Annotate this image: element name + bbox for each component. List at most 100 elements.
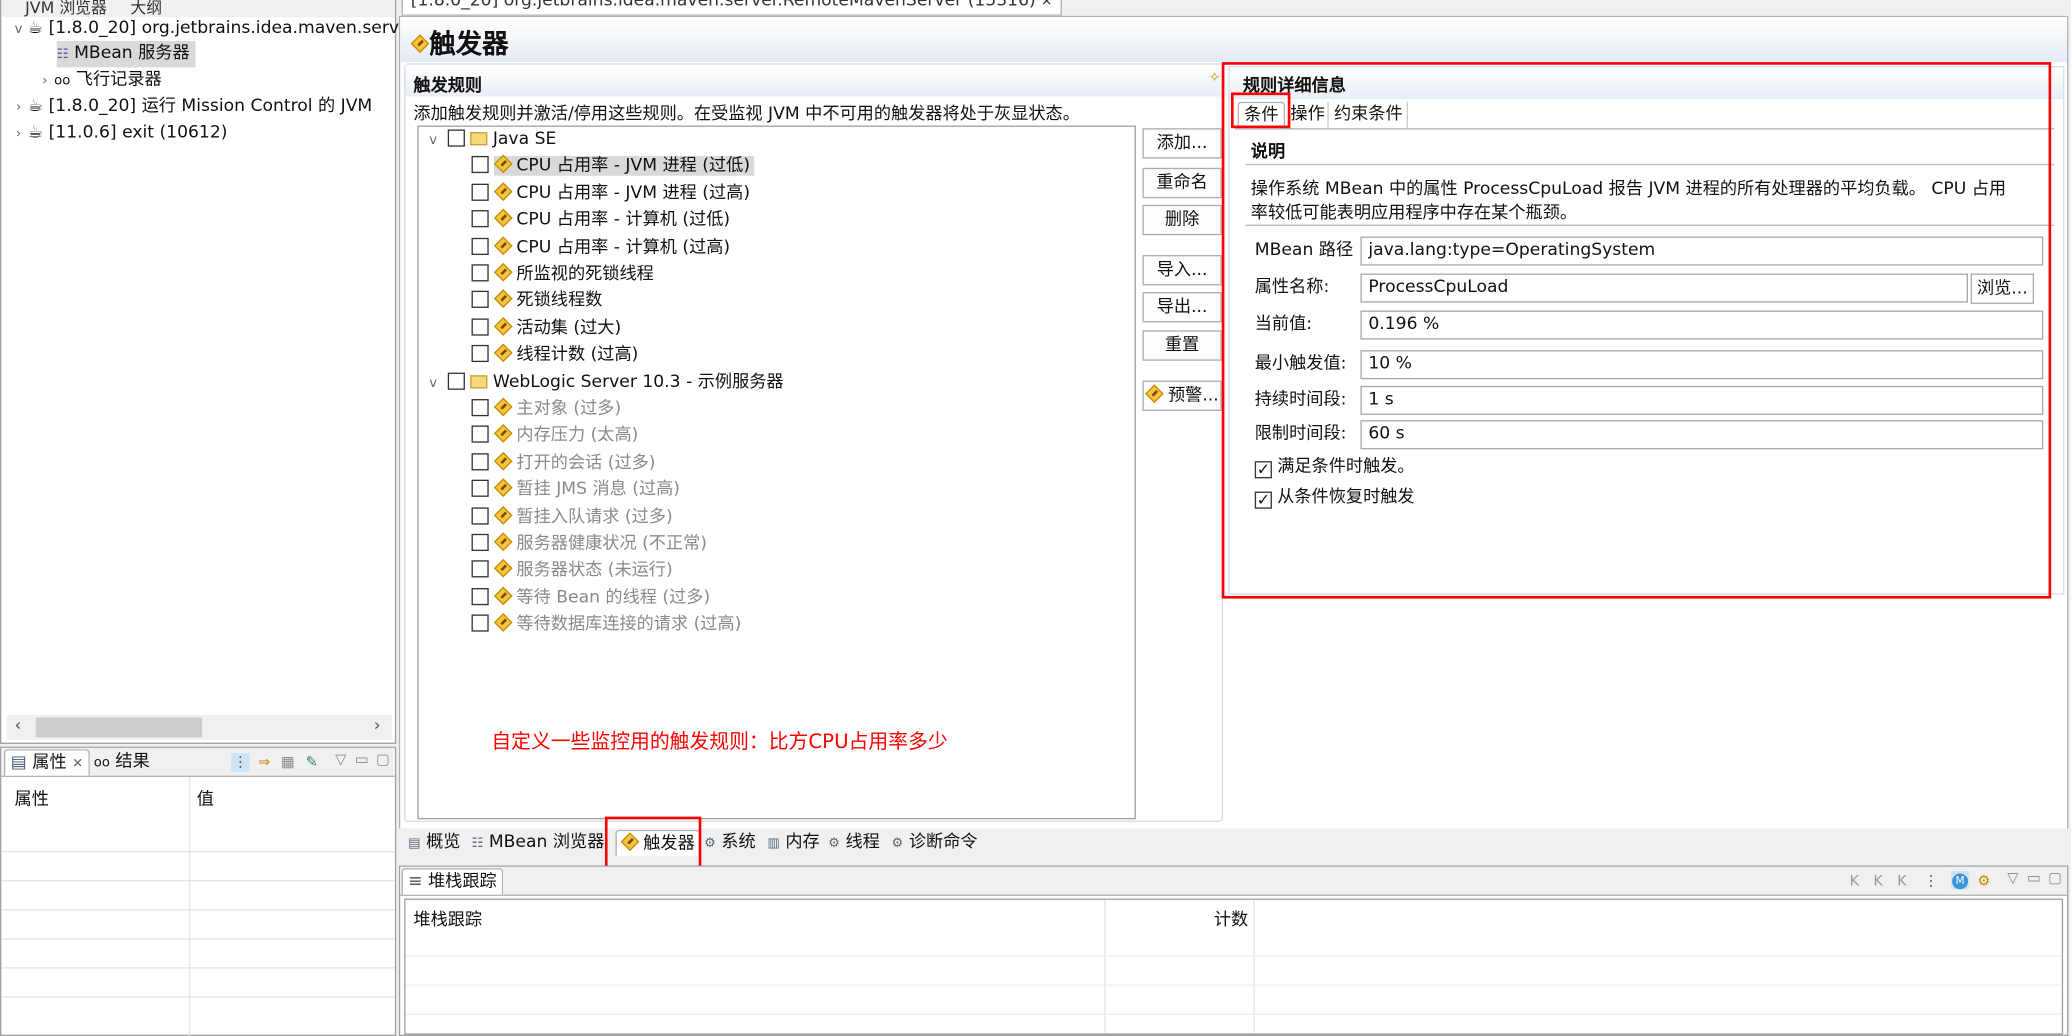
scroll-right-icon[interactable]: › (374, 716, 381, 736)
editor-tab[interactable]: [1.8.0_20] org.jetbrains.idea.maven.serv… (401, 0, 1062, 16)
checkbox-icon[interactable] (471, 318, 489, 336)
chevron-right-icon[interactable]: › (9, 95, 27, 121)
minimize-icon[interactable]: ▭ (2025, 869, 2043, 887)
scroll-thumb[interactable] (35, 717, 203, 738)
column-header-property[interactable]: 属性 (15, 785, 49, 810)
tree-item-mbean-server[interactable]: ☷ MBean 服务器 (56, 40, 195, 68)
checkbox-icon[interactable] (447, 129, 466, 147)
rule-button[interactable]: 预警... (1142, 380, 1222, 411)
chevron-right-icon[interactable]: › (36, 69, 54, 95)
tree-item-jvm-mission-control[interactable]: › ☕ [1.8.0_20] 运行 Mission Control 的 JVM (9, 94, 372, 120)
jvm-icon: ☕ (27, 18, 44, 39)
page-tab[interactable]: ⚙ 诊断命令 (888, 830, 982, 856)
help-icon[interactable]: ✧ (1209, 69, 1221, 86)
view-menu-icon[interactable]: ▽ (2004, 869, 2022, 887)
jvm-browser-panel: JVM 浏览器 大纲 v ☕ [1.8.0_20] org.jetbrains.i… (0, 0, 399, 744)
rule-item[interactable]: 所监视的死锁线程 (471, 262, 658, 288)
page-tab[interactable]: ⚙ 线程 (824, 830, 884, 856)
tab-properties[interactable]: ▤ 属性 ✕ (3, 749, 90, 776)
rule-item[interactable]: 暂挂 JMS 消息 (过高) (471, 477, 684, 503)
expand-icon[interactable]: ⇒ (255, 753, 273, 771)
checkbox-icon[interactable] (471, 237, 489, 255)
tree-item-jvm-maven[interactable]: v ☕ [1.8.0_20] org.jetbrains.idea.maven.s… (9, 16, 399, 42)
rule-item[interactable]: 死锁线程数 (471, 289, 607, 315)
rule-item[interactable]: 主对象 (过多) (471, 396, 626, 422)
rule-button[interactable]: 重置 (1142, 330, 1222, 361)
rule-group[interactable]: v WebLogic Server 10.3 - 示例服务器 (424, 369, 784, 395)
trigger-icon (493, 262, 513, 282)
page-tab[interactable]: ▥ 内存 (763, 830, 823, 856)
rule-item[interactable]: 暂挂入队请求 (过多) (471, 504, 677, 530)
tab-stack-trace[interactable]: ≡ 堆栈跟踪 (401, 868, 504, 895)
checkbox-icon[interactable] (471, 210, 489, 228)
tree-mode-icon[interactable]: ⋮ (1922, 872, 1940, 890)
rule-item[interactable]: CPU 占用率 - 计算机 (过低) (471, 208, 735, 234)
rule-item[interactable]: 打开的会话 (过多) (471, 450, 660, 476)
rule-item[interactable]: CPU 占用率 - JVM 进程 (过高) (471, 181, 754, 207)
stack-previous-icon[interactable]: K (1869, 872, 1887, 890)
rule-button[interactable]: 重命名 (1142, 167, 1222, 199)
rule-button[interactable]: 导入... (1142, 255, 1222, 286)
page-tab[interactable]: ☷ MBean 浏览器 (468, 830, 609, 856)
page-tab[interactable]: ▤ 概览 (404, 830, 464, 856)
checkbox-icon[interactable] (471, 506, 489, 525)
rule-item[interactable]: 活动集 (过大) (471, 316, 626, 342)
checkbox-icon[interactable] (447, 372, 466, 390)
rule-item[interactable]: CPU 占用率 - 计算机 (过高) (471, 235, 735, 261)
tree-item-jvm-exit[interactable]: › ☕ [11.0.6] exit (10612) (9, 120, 228, 148)
maximize-icon[interactable]: ▢ (2046, 869, 2064, 887)
checkbox-icon[interactable] (471, 291, 489, 309)
tree-mode-icon[interactable]: ⋮ (231, 753, 250, 772)
chevron-down-icon[interactable]: v (424, 128, 442, 154)
mbean-toggle-icon[interactable]: M (1950, 870, 1970, 890)
tree-item-flight-recorder[interactable]: › oo 飞行记录器 (36, 67, 161, 95)
column-header-stack-trace[interactable]: 堆栈跟踪 (413, 905, 482, 930)
rule-item[interactable]: 服务器健康状况 (不正常) (471, 531, 711, 557)
checkbox-icon[interactable] (471, 533, 489, 552)
checkbox-icon[interactable] (471, 452, 489, 471)
checkbox-icon[interactable] (471, 479, 489, 498)
checkbox-icon[interactable] (471, 183, 489, 201)
rule-item[interactable]: 等待数据库连接的请求 (过高) (471, 612, 746, 638)
minimize-icon[interactable]: ▭ (353, 751, 371, 769)
tab-outline[interactable]: 大纲 (130, 0, 162, 17)
close-icon[interactable]: ✕ (1041, 0, 1052, 9)
folder-icon (470, 132, 488, 146)
maximize-icon[interactable]: ▢ (374, 751, 392, 769)
chevron-down-icon[interactable]: v (424, 371, 442, 397)
rule-button[interactable]: 导出... (1142, 292, 1222, 323)
checkbox-icon[interactable] (471, 264, 489, 282)
checkbox-icon[interactable] (471, 614, 489, 632)
rule-item[interactable]: 等待 Bean 的线程 (过多) (471, 585, 715, 611)
table-icon[interactable]: ▦ (279, 753, 297, 771)
checkbox-icon[interactable] (471, 587, 489, 605)
rule-group[interactable]: v Java SE (424, 127, 556, 153)
scroll-left-icon[interactable]: ‹ (15, 716, 22, 736)
checkbox-icon[interactable] (471, 156, 489, 174)
chevron-down-icon[interactable]: v (9, 17, 27, 43)
rule-item[interactable]: 服务器状态 (未运行) (471, 558, 677, 584)
tab-jvm-browser[interactable]: JVM 浏览器 (25, 0, 107, 17)
checkbox-icon[interactable] (471, 399, 489, 417)
run-settings-icon[interactable]: ⚙ (1975, 872, 1993, 890)
rule-button[interactable]: 删除 (1142, 204, 1222, 236)
view-menu-icon[interactable]: ▽ (332, 751, 350, 769)
rule-item[interactable]: CPU 占用率 - JVM 进程 (过低) (471, 154, 755, 180)
chevron-right-icon[interactable]: › (9, 122, 27, 148)
rule-item[interactable]: 线程计数 (过高) (471, 342, 643, 368)
rule-button[interactable]: 添加... (1142, 128, 1222, 159)
tab-results[interactable]: oo 结果 (88, 749, 155, 775)
checkbox-icon[interactable] (471, 426, 489, 444)
column-header-value[interactable]: 值 (197, 785, 214, 810)
checkbox-icon[interactable] (471, 560, 489, 578)
column-header-count[interactable]: 计数 (1214, 905, 1248, 930)
edit-icon[interactable]: ✎ (302, 753, 320, 771)
stack-next-icon[interactable]: K (1893, 872, 1911, 890)
rules-tree[interactable]: v Java SE CPU 占用率 - JVM 进程 (过低) CPU 占用率 - … (417, 125, 1136, 820)
checkbox-icon[interactable] (471, 345, 489, 363)
close-icon[interactable]: ✕ (72, 757, 83, 772)
rule-item[interactable]: 内存压力 (太高) (471, 423, 643, 449)
horizontal-scrollbar[interactable]: ‹ › (6, 714, 393, 740)
stack-filter-icon[interactable]: K (1845, 872, 1863, 890)
page-tab[interactable]: ⚙ 系统 (700, 830, 760, 856)
